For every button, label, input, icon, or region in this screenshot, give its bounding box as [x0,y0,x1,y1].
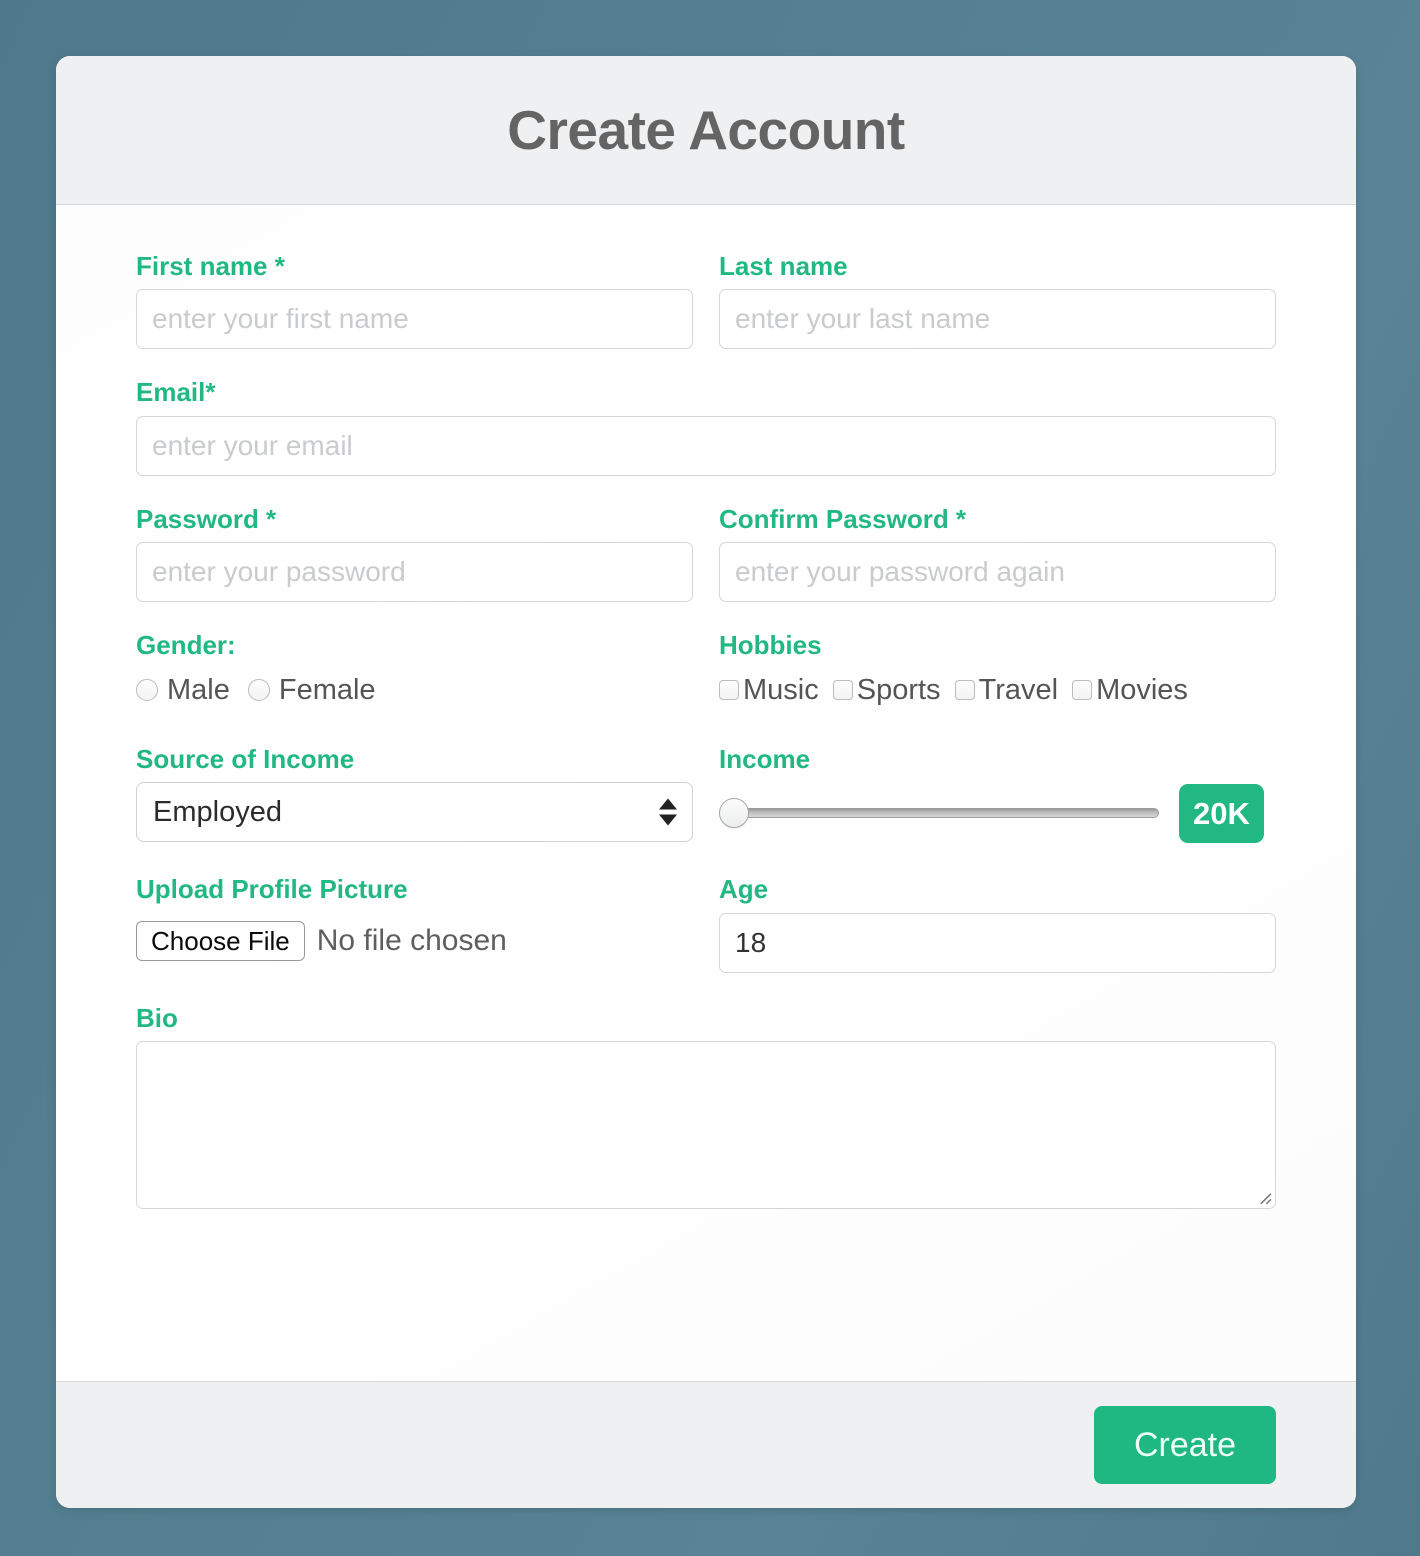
card-footer: Create [56,1381,1356,1508]
card-body: First name * Last name Email* Password *… [56,205,1356,1381]
choose-file-button[interactable]: Choose File [136,920,305,961]
password-row: Password * Confirm Password * [136,503,1276,602]
hobby-option-music-label: Music [743,673,819,706]
income-slider-thumb[interactable] [719,798,749,829]
name-row: First name * Last name [136,251,1276,350]
hobby-option-movies[interactable]: Movies [1072,674,1188,707]
confirm-password-field-group: Confirm Password * [719,503,1276,602]
hobbies-options: Music Sports Travel Movies [719,668,1276,712]
confirm-password-label: Confirm Password * [719,503,967,534]
gender-option-male-label: Male [167,673,230,706]
income-label: Income [719,744,811,775]
hobbies-label: Hobbies [719,629,822,660]
source-of-income-field-group: Source of Income Employed [136,744,693,844]
gender-option-female[interactable]: Female [247,673,376,707]
source-of-income-select[interactable]: Employed [136,782,693,843]
radio-unchecked-icon[interactable] [247,679,270,702]
bio-textarea[interactable] [136,1041,1276,1210]
bio-field-group: Bio [136,1002,1276,1210]
confirm-password-input[interactable] [719,541,1276,602]
last-name-input[interactable] [719,289,1276,350]
hobby-option-sports-label: Sports [856,673,941,706]
checkbox-unchecked-icon[interactable] [1072,680,1093,701]
email-input[interactable] [136,415,1276,476]
hobby-option-movies-label: Movies [1096,673,1188,706]
hobby-option-music[interactable]: Music [719,674,819,707]
age-field-group: Age [719,874,1276,973]
file-input-row[interactable]: Choose File No file chosen [136,913,693,969]
bio-row: Bio [136,1002,1276,1210]
hobby-option-travel[interactable]: Travel [954,673,1059,707]
upload-field-group: Upload Profile Picture Choose File No fi… [136,876,693,972]
gender-option-male[interactable]: Male [136,674,230,707]
last-name-label: Last name [719,251,848,281]
create-account-card: Create Account First name * Last name Em… [56,56,1356,1508]
checkbox-unchecked-icon[interactable] [954,680,975,701]
source-of-income-label: Source of Income [136,744,355,775]
upload-age-row: Upload Profile Picture Choose File No fi… [136,874,1276,973]
password-input[interactable] [136,541,693,602]
income-value-badge: 20K [1179,783,1264,843]
income-slider-track[interactable] [719,808,1159,819]
gender-hobbies-row: Gender: Male Female Hobbies Music Sports… [136,629,1276,712]
last-name-field-group: Last name [719,251,1276,350]
first-name-input[interactable] [136,289,693,350]
gender-options: Male Female [136,668,693,712]
checkbox-unchecked-icon[interactable] [832,680,853,701]
checkbox-unchecked-icon[interactable] [719,680,739,701]
email-field-group: Email* [136,377,1276,476]
gender-field-group: Gender: Male Female [136,629,693,712]
hobby-option-travel-label: Travel [978,673,1059,706]
email-label: Email* [136,377,216,408]
hobbies-field-group: Hobbies Music Sports Travel Movies [719,629,1276,712]
gender-option-female-label: Female [278,673,376,706]
income-slider-row: 20K [719,782,1276,844]
gender-label: Gender: [136,629,236,660]
first-name-label: First name * [136,251,285,281]
age-label: Age [719,874,769,905]
hobby-option-sports[interactable]: Sports [832,673,941,707]
file-status-text: No file chosen [316,923,507,957]
age-input[interactable] [719,912,1276,973]
first-name-field-group: First name * [136,251,693,350]
income-slider[interactable] [719,793,1159,833]
password-label: Password * [136,503,277,534]
email-row: Email* [136,377,1276,476]
password-field-group: Password * [136,503,693,602]
create-button[interactable]: Create [1093,1406,1276,1484]
income-row: Source of Income Employed Income 20K [136,744,1276,844]
radio-unchecked-icon[interactable] [136,679,158,702]
source-of-income-selected-value: Employed [153,795,282,828]
page-title: Create Account [507,98,905,161]
card-header: Create Account [56,56,1356,205]
bio-label: Bio [136,1002,178,1033]
upload-profile-picture-label: Upload Profile Picture [136,874,408,905]
income-field-group: Income 20K [719,744,1276,844]
